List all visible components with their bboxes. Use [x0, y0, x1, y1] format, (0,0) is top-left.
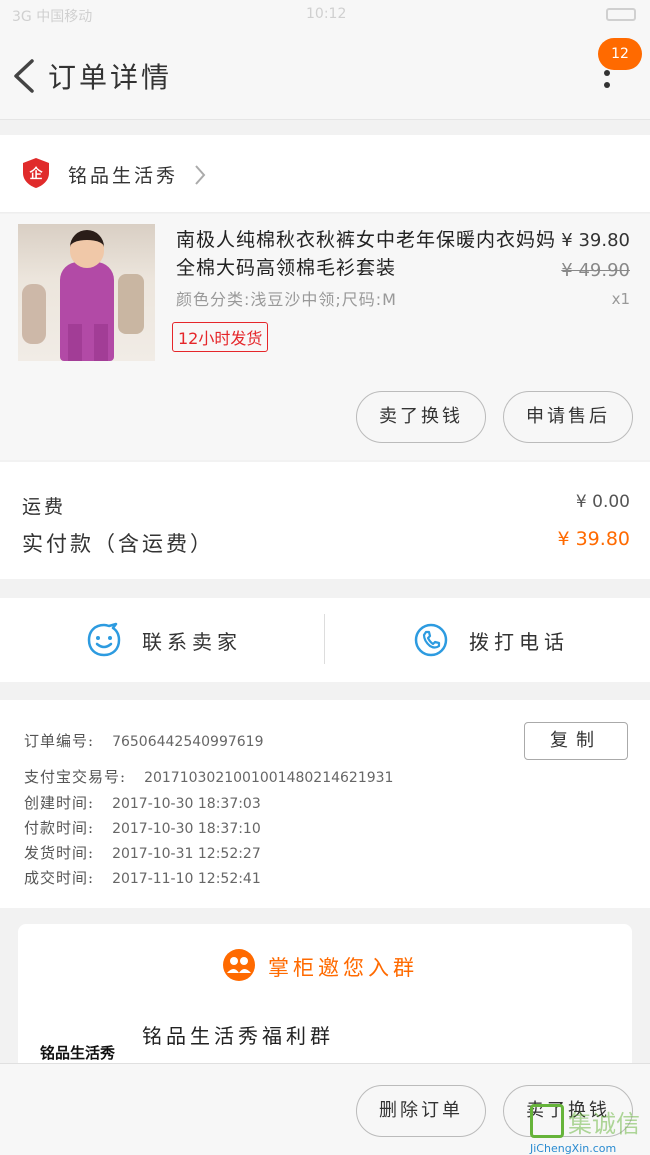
- fee-summary: 运费 ¥ 0.00 实付款（含运费） ¥ 39.80: [0, 462, 650, 579]
- paid-amount-row: 实付款（含运费） ¥ 39.80: [22, 528, 630, 558]
- copy-button[interactable]: 复制: [524, 722, 628, 760]
- alipay-number-value: 2017103021001001480214621931: [144, 770, 394, 786]
- sell-button[interactable]: 卖了换钱: [356, 391, 486, 443]
- paid-time-row: 付款时间: 2017-10-30 18:37:10: [24, 817, 261, 838]
- paid-amount-label: 实付款（含运费）: [22, 532, 214, 556]
- order-number-row: 订单编号: 76506442540997619: [24, 730, 264, 751]
- call-phone-label: 拨打电话: [469, 630, 569, 654]
- carrier-text: 3G 中国移动: [12, 9, 93, 25]
- status-bar: 3G 中国移动 10:12: [0, 0, 650, 30]
- product-quantity: x1: [611, 290, 630, 308]
- message-count-badge[interactable]: 12: [598, 38, 642, 70]
- done-time-label: 成交时间:: [24, 869, 95, 887]
- shipping-fee-value: ¥ 0.00: [575, 492, 630, 512]
- paid-time-label: 付款时间:: [24, 819, 95, 837]
- group-invite-title: 掌柜邀您入群: [268, 956, 418, 980]
- nav-header: 订单详情 12: [0, 30, 650, 120]
- product-original-price: ¥ 49.90: [561, 260, 630, 281]
- shop-row[interactable]: 企 铭品生活秀: [0, 135, 650, 213]
- product-name: 南极人纯棉秋衣秋裤女中老年保暖内衣妈妈全棉大码高领棉毛衫套装: [176, 229, 557, 279]
- shipping-fee-label: 运费: [22, 496, 67, 518]
- shipped-time-value: 2017-10-31 12:52:27: [112, 846, 261, 862]
- group-invite-card[interactable]: 掌柜邀您入群 铭品生活秀 铭品生活秀福利群: [18, 924, 632, 1074]
- created-time-row: 创建时间: 2017-10-30 18:37:03: [24, 792, 261, 813]
- clock-text: 10:12: [306, 6, 347, 22]
- page-title: 订单详情: [48, 61, 173, 94]
- done-time-row: 成交时间: 2017-11-10 12:52:41: [24, 867, 261, 888]
- divider: [324, 614, 325, 664]
- product-spec: 颜色分类:浅豆沙中领;尺码:M: [176, 290, 397, 309]
- created-time-value: 2017-10-30 18:37:03: [112, 796, 261, 812]
- back-arrow-icon[interactable]: [10, 58, 40, 94]
- phone-icon: [414, 623, 448, 657]
- shipped-time-label: 发货时间:: [24, 844, 95, 862]
- chat-bubble-icon: [87, 622, 121, 657]
- product-price: ¥ 39.80: [561, 230, 630, 251]
- watermark-logo-icon: [530, 1104, 564, 1138]
- done-time-value: 2017-11-10 12:52:41: [112, 871, 261, 887]
- delete-order-button[interactable]: 删除订单: [356, 1085, 486, 1137]
- shipped-time-row: 发货时间: 2017-10-31 12:52:27: [24, 842, 261, 863]
- order-number-value: 76506442540997619: [112, 734, 264, 750]
- shipping-tag: 12小时发货: [172, 322, 269, 352]
- shop-name: 铭品生活秀: [68, 165, 179, 187]
- product-item[interactable]: 南极人纯棉秋衣秋裤女中老年保暖内衣妈妈全棉大码高领棉毛衫套装 颜色分类:浅豆沙中…: [0, 214, 650, 460]
- group-invite-section: 掌柜邀您入群 铭品生活秀 铭品生活秀福利群: [0, 908, 650, 1074]
- contact-seller-label: 联系卖家: [142, 630, 242, 654]
- group-name: 铭品生活秀福利群: [142, 1024, 334, 1048]
- more-menu-icon[interactable]: [600, 70, 614, 94]
- order-info: 订单编号: 76506442540997619 复制 支付宝交易号: 2017103…: [0, 700, 650, 908]
- order-number-label: 订单编号:: [24, 732, 95, 750]
- site-watermark: 集诚信 JiChengXin.com: [530, 1104, 650, 1155]
- watermark-text: 集诚信: [568, 1110, 640, 1138]
- paid-amount-value: ¥ 39.80: [557, 528, 630, 550]
- shipping-fee-row: 运费 ¥ 0.00: [22, 492, 630, 519]
- created-time-label: 创建时间:: [24, 794, 95, 812]
- contact-bar: 联系卖家 拨打电话: [0, 598, 650, 682]
- alipay-number-row: 支付宝交易号: 2017103021001001480214621931: [24, 766, 393, 787]
- after-sale-button[interactable]: 申请售后: [503, 391, 633, 443]
- group-people-icon: [223, 949, 255, 981]
- battery-icon: [606, 8, 636, 21]
- alipay-number-label: 支付宝交易号:: [24, 768, 127, 786]
- enterprise-shop-icon: 企: [23, 158, 49, 188]
- svg-text:企: 企: [28, 166, 43, 182]
- paid-time-value: 2017-10-30 18:37:10: [112, 821, 261, 837]
- watermark-url: JiChengXin.com: [530, 1142, 617, 1155]
- chevron-right-icon: [195, 165, 206, 185]
- group-logo: 铭品生活秀: [40, 1044, 116, 1062]
- product-image[interactable]: [18, 224, 155, 361]
